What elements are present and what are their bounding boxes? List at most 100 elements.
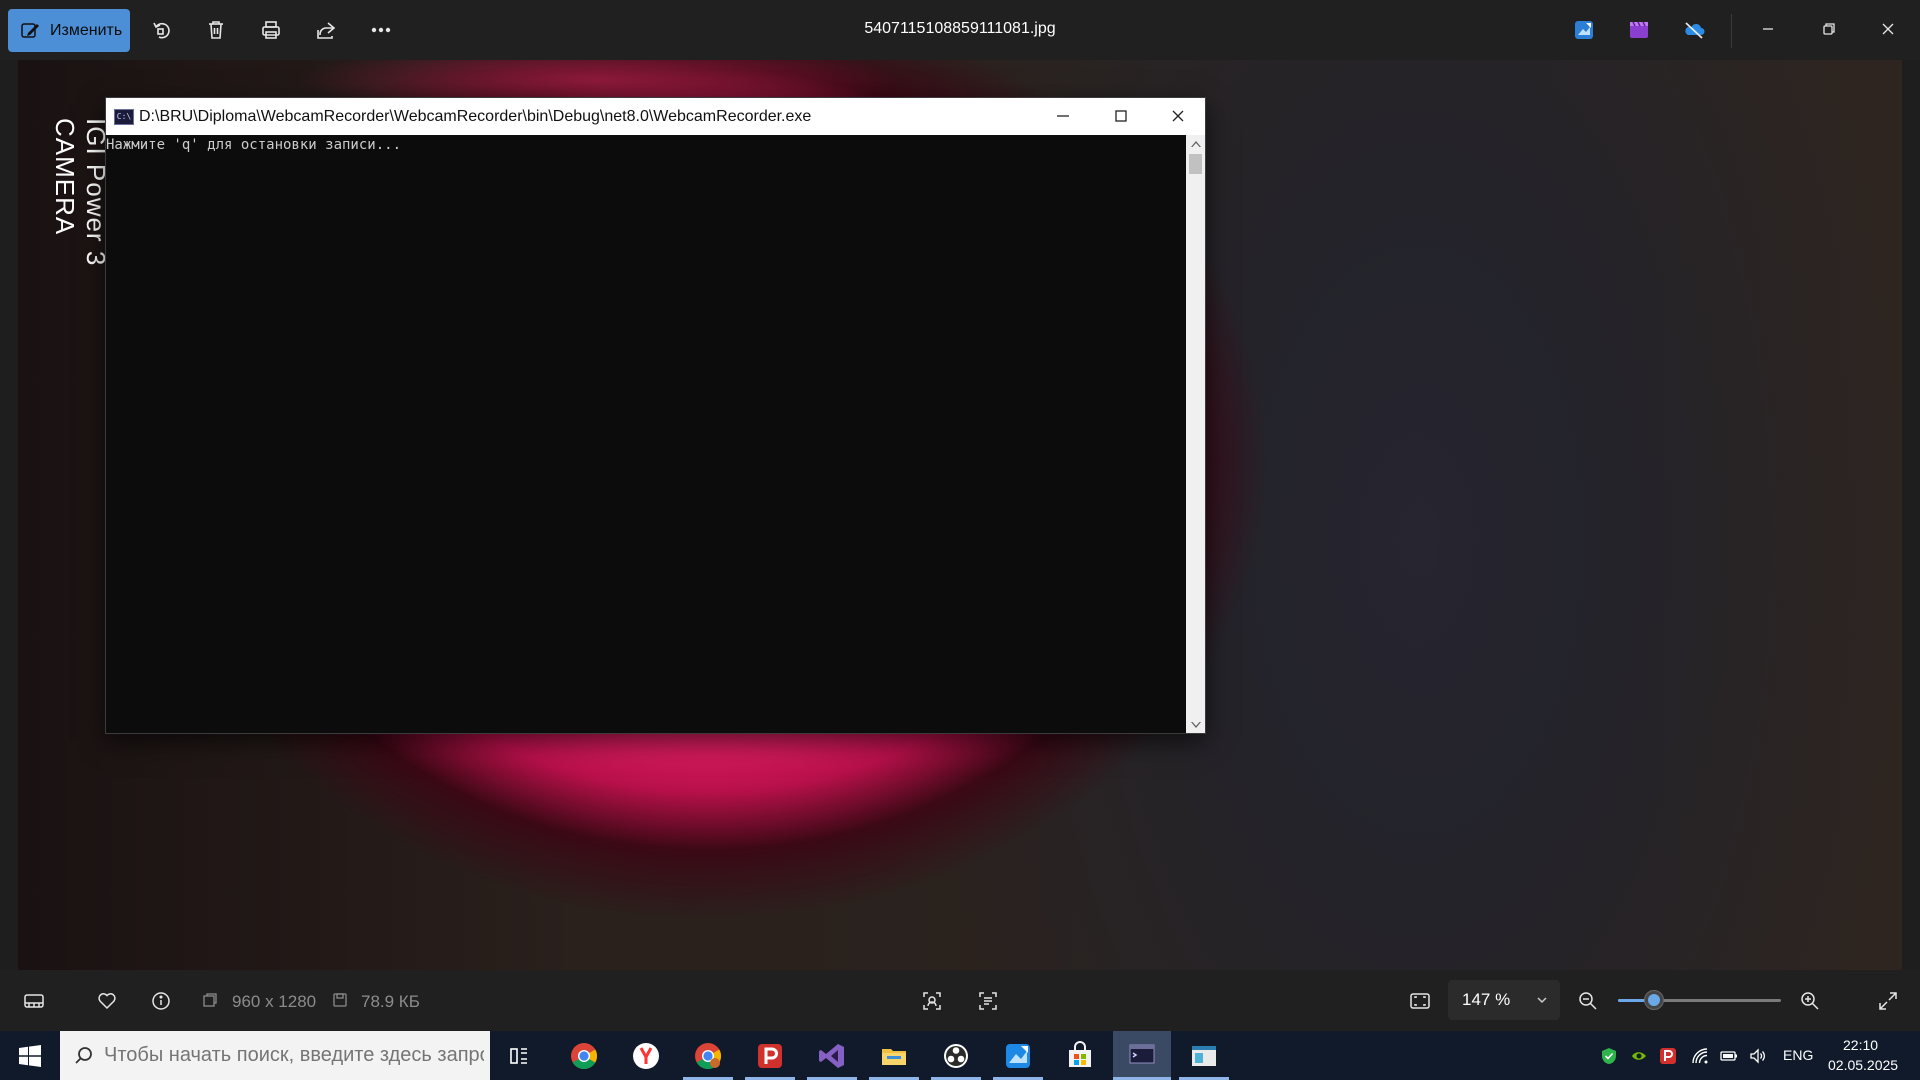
- info-bar: 960 x 1280 78.9 КБ 147 %: [0, 970, 1920, 1031]
- clock-time[interactable]: 22:10: [1843, 1037, 1878, 1053]
- tray-nvidia-button[interactable]: [1628, 1031, 1650, 1080]
- minimize-button[interactable]: [1748, 14, 1788, 44]
- console-app-icon: C:\: [114, 108, 134, 125]
- edit-button-label: Изменить: [50, 21, 123, 39]
- taskbar-search[interactable]: [60, 1031, 490, 1080]
- filmstrip-icon: [24, 994, 44, 1008]
- onedrive-button[interactable]: [1680, 16, 1708, 44]
- obs-taskbar-button[interactable]: [927, 1031, 985, 1080]
- info-button[interactable]: [148, 988, 174, 1014]
- onedrive-icon: [1685, 22, 1705, 39]
- zoom-dropdown[interactable]: 147 %: [1448, 980, 1560, 1020]
- console-close-button[interactable]: [1154, 101, 1202, 131]
- folder-icon: [882, 1048, 906, 1065]
- fit-to-window-button[interactable]: [1407, 988, 1433, 1014]
- visual-studio-taskbar-button[interactable]: [803, 1031, 861, 1080]
- share-button[interactable]: [312, 16, 340, 44]
- zoom-slider[interactable]: [1618, 990, 1781, 1010]
- battery-icon: [1720, 1050, 1737, 1061]
- rotate-icon: [153, 22, 170, 39]
- photo-editor-icon: [1575, 21, 1593, 39]
- scroll-thumb[interactable]: [1189, 154, 1202, 174]
- volume-icon: [1750, 1047, 1765, 1064]
- console-minimize-button[interactable]: [1039, 101, 1087, 131]
- face-detect-button[interactable]: [919, 988, 945, 1014]
- task-view-button[interactable]: [490, 1031, 548, 1080]
- app-top-bar: Изменить 5407115108859111081.jpg: [0, 0, 1920, 60]
- store-taskbar-button[interactable]: [1051, 1031, 1109, 1080]
- photo-editor-button[interactable]: [1570, 16, 1598, 44]
- video-editor-icon: [1630, 21, 1648, 38]
- fullscreen-button[interactable]: [1875, 988, 1901, 1014]
- scroll-down-button[interactable]: [1186, 716, 1205, 733]
- zoom-slider-knob[interactable]: [1643, 990, 1664, 1010]
- rotate-button[interactable]: [147, 16, 175, 44]
- tray-battery-button[interactable]: [1717, 1031, 1741, 1080]
- yandex-browser-icon: [633, 1042, 659, 1069]
- window-app-icon: [1192, 1045, 1216, 1066]
- more-button[interactable]: [367, 16, 395, 44]
- zoom-out-icon: [1579, 992, 1597, 1010]
- text-detect-icon: [979, 992, 997, 1010]
- start-button[interactable]: [0, 1031, 60, 1080]
- chrome-icon: [695, 1042, 722, 1069]
- window-taskbar-button[interactable]: [1175, 1031, 1233, 1080]
- clock-date[interactable]: 02.05.2025: [1828, 1057, 1898, 1073]
- chrome-taskbar-button[interactable]: [555, 1031, 613, 1080]
- chevron-up-icon: [1190, 140, 1201, 147]
- delete-button[interactable]: [202, 16, 230, 44]
- dimensions-icon: [202, 992, 218, 1008]
- close-icon: [1882, 23, 1894, 35]
- fullscreen-icon: [1879, 992, 1897, 1010]
- image-dimensions: 960 x 1280: [232, 992, 317, 1011]
- zoom-in-icon: [1801, 992, 1819, 1010]
- photos-app-icon: [1006, 1043, 1030, 1068]
- language-indicator[interactable]: ENG: [1783, 1047, 1813, 1063]
- file-explorer-taskbar-button[interactable]: [865, 1031, 923, 1080]
- chevron-down-icon: [1190, 721, 1201, 728]
- chrome-icon: [571, 1042, 598, 1069]
- console-scrollbar[interactable]: [1186, 135, 1205, 733]
- minimize-icon: [1057, 115, 1069, 117]
- console-taskbar-button[interactable]: [1113, 1031, 1171, 1080]
- console-output[interactable]: Нажмите 'q' для остановки записи...: [106, 135, 1187, 733]
- obs-icon: [944, 1043, 968, 1068]
- console-window[interactable]: C:\ D:\BRU\Diploma\WebcamRecorder\Webcam…: [105, 97, 1206, 734]
- file-size: 78.9 КБ: [361, 992, 420, 1011]
- favorite-button[interactable]: [94, 988, 120, 1014]
- share-icon: [317, 22, 336, 39]
- restore-button[interactable]: [1809, 14, 1849, 44]
- print-button[interactable]: [257, 16, 285, 44]
- wifi-icon: [1692, 1047, 1708, 1063]
- tray-p-app-button[interactable]: [1657, 1031, 1679, 1080]
- camera-label-line2: CAMERA: [50, 118, 80, 236]
- scroll-up-button[interactable]: [1186, 135, 1205, 152]
- yandex-taskbar-button[interactable]: [617, 1031, 675, 1080]
- restore-icon: [1823, 23, 1835, 35]
- tray-network-button[interactable]: [1688, 1031, 1712, 1080]
- pstart-taskbar-button[interactable]: [741, 1031, 799, 1080]
- filmstrip-button[interactable]: [21, 988, 47, 1014]
- photos-taskbar-button[interactable]: [989, 1031, 1047, 1080]
- windows-taskbar: ENG 22:10 02.05.2025: [0, 1031, 1920, 1080]
- text-detect-button[interactable]: [975, 988, 1001, 1014]
- console-icon: [1129, 1044, 1155, 1064]
- visual-studio-icon: [819, 1043, 844, 1068]
- zoom-out-button[interactable]: [1575, 988, 1601, 1014]
- close-icon: [1172, 110, 1184, 122]
- video-editor-button[interactable]: [1625, 16, 1653, 44]
- zoom-in-button[interactable]: [1797, 988, 1823, 1014]
- tray-volume-button[interactable]: [1746, 1031, 1770, 1080]
- console-maximize-button[interactable]: [1097, 101, 1145, 131]
- chevron-down-icon: [1537, 997, 1547, 1004]
- close-button[interactable]: [1868, 14, 1908, 44]
- edit-button[interactable]: Изменить: [8, 9, 130, 52]
- delete-icon: [209, 21, 223, 39]
- print-icon: [262, 21, 280, 39]
- tray-security-button[interactable]: [1598, 1031, 1620, 1080]
- console-title-bar[interactable]: C:\ D:\BRU\Diploma\WebcamRecorder\Webcam…: [106, 98, 1205, 135]
- search-input[interactable]: [104, 1044, 484, 1067]
- edit-icon: [21, 22, 39, 38]
- task-view-icon: [510, 1047, 527, 1064]
- chrome-profile-taskbar-button[interactable]: [679, 1031, 737, 1080]
